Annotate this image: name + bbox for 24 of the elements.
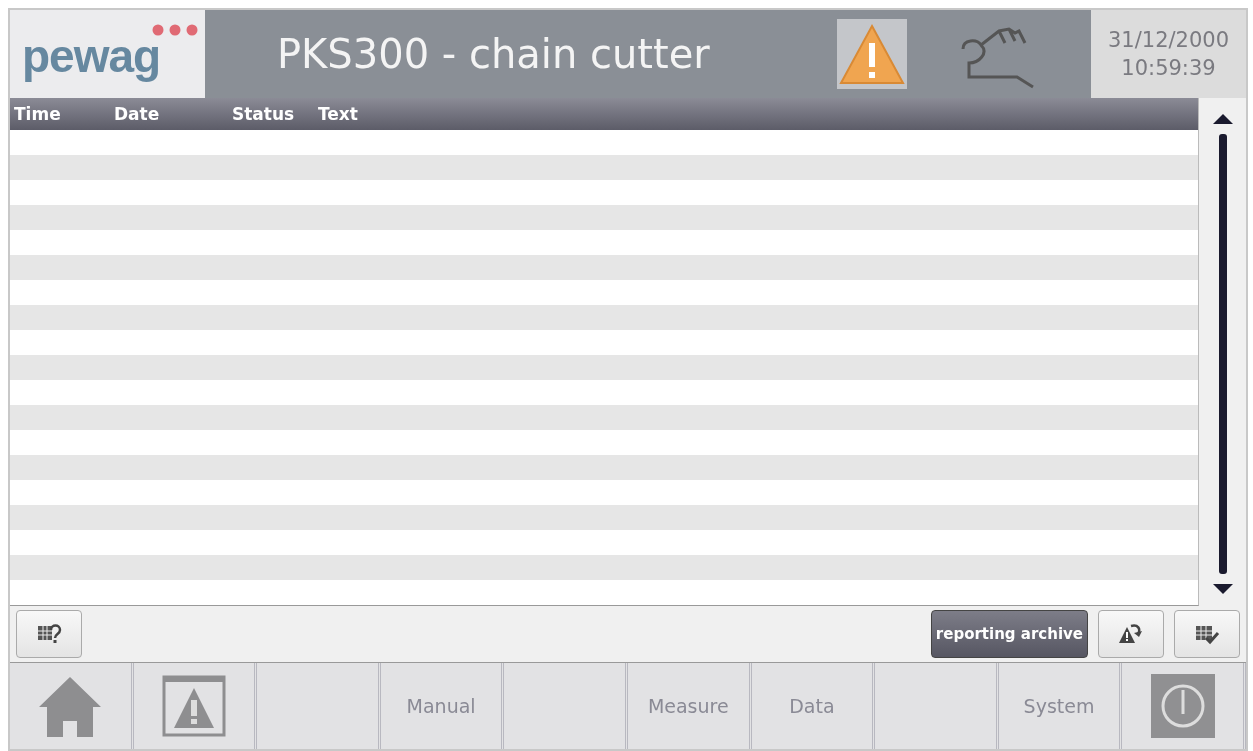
warning-icon bbox=[839, 23, 905, 85]
nav-button[interactable]: Data bbox=[751, 663, 876, 749]
window-title: PKS300 - chain cutter bbox=[277, 31, 711, 77]
time-text: 10:59:39 bbox=[1121, 56, 1216, 80]
alarm-window-icon bbox=[161, 675, 226, 737]
scroll-up-icon[interactable] bbox=[1212, 112, 1233, 124]
scroll-bar[interactable] bbox=[1199, 98, 1246, 606]
confirm-button[interactable] bbox=[1174, 610, 1240, 658]
nav-button[interactable]: Manual bbox=[380, 663, 505, 749]
column-header[interactable]: Date bbox=[110, 104, 228, 124]
column-header[interactable]: Text bbox=[314, 104, 1194, 124]
acknowledge-button[interactable] bbox=[1098, 610, 1164, 658]
nav-button[interactable]: System bbox=[998, 663, 1123, 749]
reporting-archive-button[interactable]: reporting archive bbox=[930, 610, 1088, 658]
nav-button[interactable]: Measure bbox=[627, 663, 752, 749]
help-button[interactable] bbox=[16, 610, 82, 658]
column-header[interactable]: Time bbox=[10, 104, 110, 124]
scroll-down-icon[interactable] bbox=[1212, 584, 1233, 596]
logo: pewag bbox=[10, 10, 205, 98]
power-icon bbox=[1150, 674, 1215, 738]
warning-button[interactable] bbox=[837, 19, 907, 89]
column-header[interactable]: Status bbox=[228, 104, 314, 124]
date-text: 31/12/2000 bbox=[1107, 28, 1229, 52]
scroll-thumb[interactable] bbox=[1218, 134, 1227, 574]
